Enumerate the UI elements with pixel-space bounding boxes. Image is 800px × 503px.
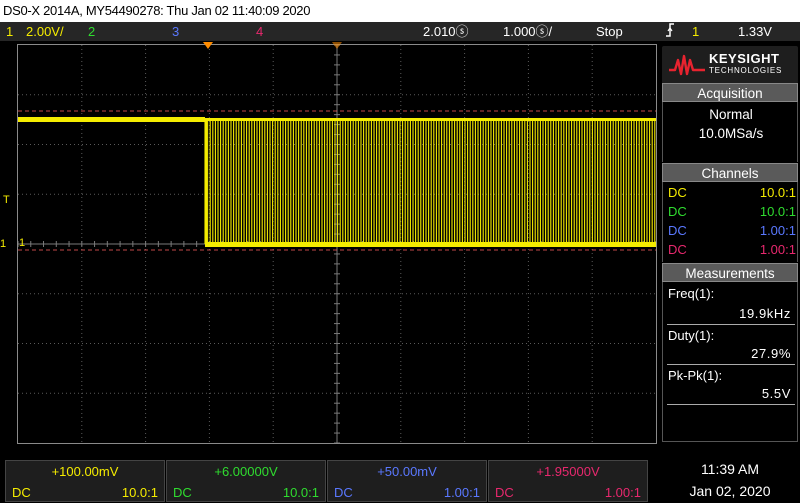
measurement-value-pkpk: 5.5V	[761, 386, 791, 401]
measurements-header[interactable]: Measurements	[662, 263, 798, 282]
trigger-level[interactable]: 1.33V	[738, 22, 772, 41]
status-bar: 1 2.00V/ 2 3 4 2.010ⓢ 1.000ⓢ/ Stop 1 1.3…	[0, 22, 800, 41]
trigger-position-marker[interactable]	[203, 42, 213, 49]
measurement-divider	[667, 404, 795, 405]
trigger-source[interactable]: 1	[692, 22, 699, 41]
ch1-coupling: DC	[12, 485, 31, 500]
ch1-ground-marker: 1	[19, 237, 26, 249]
channels-body: DC 10.0:1 DC 10.0:1 DC 1.00:1 DC 1.00:1	[662, 182, 798, 262]
acquisition-header[interactable]: Acquisition	[662, 83, 798, 102]
acquisition-body: Normal 10.0MSa/s	[662, 102, 798, 162]
measurement-divider	[667, 324, 795, 325]
clock-date: Jan 02, 2020	[689, 483, 771, 499]
ch4-coupling: DC	[495, 485, 514, 500]
title-bar: DS0-X 2014A, MY54490278: Thu Jan 02 11:4…	[0, 0, 800, 22]
acquisition-mode: Normal	[709, 107, 753, 122]
ch1-offset-box[interactable]: +100.00mV DC 10.0:1	[5, 460, 165, 502]
run-state[interactable]: Stop	[596, 22, 623, 41]
measurement-value-duty: 27.9%	[751, 346, 791, 361]
ch4-probe: 1.00:1	[604, 485, 641, 500]
side-panel: KEYSIGHT TECHNOLOGIES Acquisition Normal…	[660, 44, 800, 442]
ch3-coupling: DC	[334, 485, 353, 500]
channels-header[interactable]: Channels	[662, 163, 798, 182]
ch1-offset: +100.00mV	[51, 464, 119, 479]
ch1-number[interactable]: 1	[6, 22, 13, 41]
measurement-value-freq: 19.9kHz	[739, 306, 791, 321]
ch1-ground-marker-left[interactable]: 1	[0, 238, 6, 250]
ch1-probe: 10.0:1	[121, 485, 158, 500]
channel-row-1[interactable]: DC 10.0:1	[665, 183, 799, 202]
ch4-offset: +1.95000V	[536, 464, 600, 479]
clock-time: 11:39 AM	[700, 461, 760, 477]
ch4-offset-box[interactable]: +1.95000V DC 1.00:1	[488, 460, 648, 502]
keysight-wave-icon	[669, 54, 705, 76]
ch2-offset-box[interactable]: +6.00000V DC 10.0:1	[166, 460, 326, 502]
channel-row-2[interactable]: DC 10.0:1	[665, 202, 799, 221]
ch3-offset-box[interactable]: +50.00mV DC 1.00:1	[327, 460, 487, 502]
channel-row-3[interactable]: DC 1.00:1	[665, 221, 799, 240]
time-reference-marker	[332, 42, 342, 49]
ch2-probe: 10.0:1	[282, 485, 319, 500]
trigger-level-marker[interactable]: T	[3, 194, 10, 206]
keysight-logo: KEYSIGHT TECHNOLOGIES	[662, 46, 798, 84]
measurement-divider	[667, 364, 795, 365]
measurement-label-pkpk: Pk-Pk(1):	[668, 368, 723, 383]
logo-brand: KEYSIGHT	[709, 51, 780, 66]
ch2-number[interactable]: 2	[88, 22, 95, 41]
logo-sub: TECHNOLOGIES	[709, 66, 783, 75]
bottom-bar: +100.00mV DC 10.0:1 +6.00000V DC 10.0:1 …	[0, 458, 800, 503]
ch3-number[interactable]: 3	[172, 22, 179, 41]
measurement-label-duty: Duty(1):	[668, 328, 715, 343]
ch3-offset: +50.00mV	[377, 464, 437, 479]
ch2-offset: +6.00000V	[214, 464, 278, 479]
ch2-coupling: DC	[173, 485, 192, 500]
waveform-svg	[18, 45, 656, 443]
time-scale[interactable]: 1.000ⓢ/	[503, 22, 552, 41]
trigger-edge-icon	[664, 22, 676, 38]
ch3-probe: 1.00:1	[443, 485, 480, 500]
measurements-body: Freq(1): 19.9kHz Duty(1): 27.9% Pk-Pk(1)…	[662, 282, 798, 442]
ch1-scale[interactable]: 2.00V/	[26, 22, 64, 41]
time-delay[interactable]: 2.010ⓢ	[423, 22, 469, 41]
waveform-display[interactable]	[17, 44, 657, 444]
acquisition-rate: 10.0MSa/s	[698, 126, 764, 141]
channel-row-4[interactable]: DC 1.00:1	[665, 240, 799, 259]
ch4-number[interactable]: 4	[256, 22, 263, 41]
measurement-label-freq: Freq(1):	[668, 286, 715, 301]
